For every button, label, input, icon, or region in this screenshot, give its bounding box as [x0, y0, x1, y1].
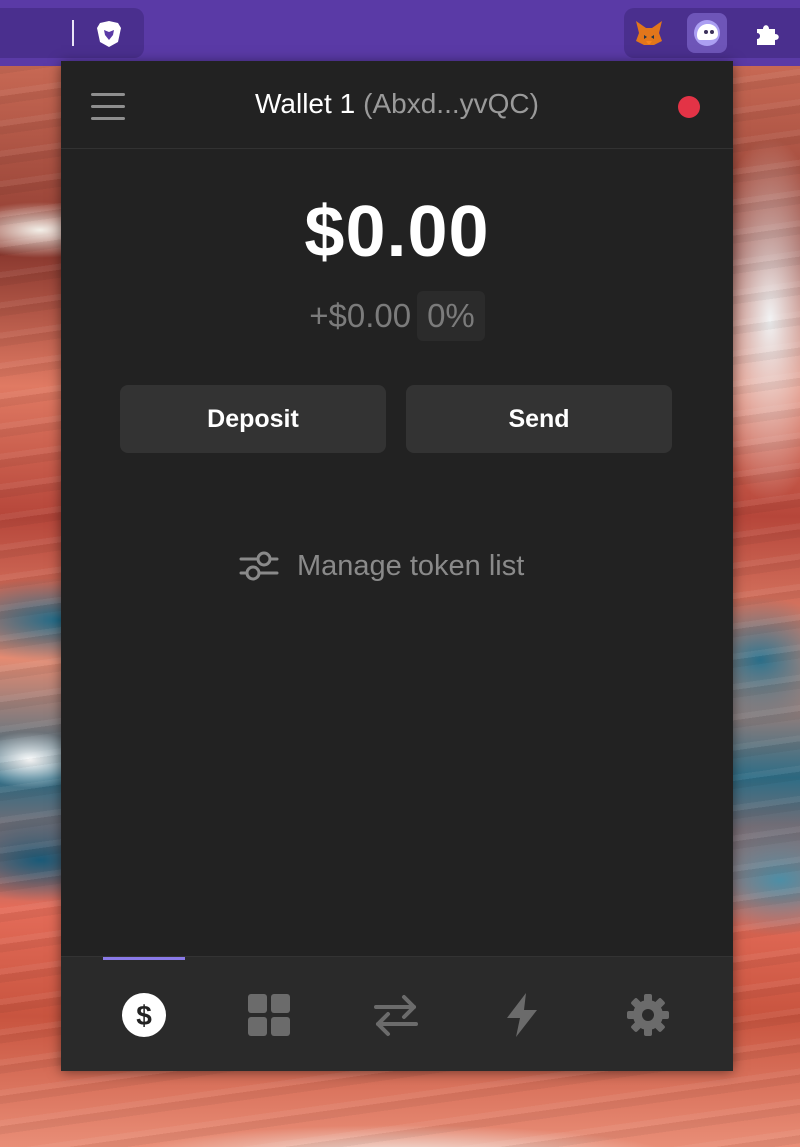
dollar-icon: $ — [122, 993, 166, 1037]
extensions-bar — [624, 8, 800, 58]
browser-toolbar — [0, 0, 800, 66]
svg-text:$: $ — [136, 1000, 152, 1031]
tab-settings[interactable] — [620, 987, 676, 1043]
phantom-icon[interactable] — [687, 13, 727, 53]
send-button[interactable]: Send — [406, 385, 672, 453]
gear-icon — [627, 994, 669, 1036]
wallet-name: Wallet 1 — [255, 88, 356, 119]
connection-status-dot[interactable] — [678, 96, 700, 118]
bottom-nav: $ — [61, 956, 733, 1071]
tab-collectibles[interactable] — [241, 987, 297, 1043]
total-balance: $0.00 — [304, 192, 490, 272]
deposit-button[interactable]: Deposit — [120, 385, 386, 453]
balance-change-row: +$0.00 0% — [61, 291, 733, 341]
wallet-address: (Abxd...yvQC) — [363, 88, 539, 119]
manage-token-list-label: Manage token list — [297, 549, 525, 582]
grid-icon — [248, 994, 290, 1036]
balance-change-percent: 0% — [417, 291, 485, 341]
wallet-popup: Wallet 1 (Abxd...yvQC) $0.00 +$0.00 0% Dep… — [61, 61, 733, 1071]
metamask-icon[interactable] — [629, 13, 669, 53]
lightning-icon — [507, 993, 537, 1037]
sliders-icon — [239, 551, 279, 581]
tab-activity[interactable] — [494, 987, 550, 1043]
brave-shield-icon[interactable] — [96, 20, 122, 48]
wallet-title[interactable]: Wallet 1 (Abxd...yvQC) — [61, 88, 733, 120]
active-tab-indicator — [103, 957, 185, 960]
puzzle-icon[interactable] — [747, 13, 787, 53]
manage-token-list-link[interactable]: Manage token list — [239, 546, 524, 586]
tab-tokens[interactable]: $ — [116, 987, 172, 1043]
balance-change: +$0.00 — [309, 297, 412, 334]
address-bar[interactable] — [0, 8, 144, 58]
tab-swap[interactable] — [368, 987, 424, 1043]
swap-icon — [374, 995, 418, 1036]
popup-header: Wallet 1 (Abxd...yvQC) — [61, 61, 733, 149]
address-divider — [72, 20, 74, 46]
